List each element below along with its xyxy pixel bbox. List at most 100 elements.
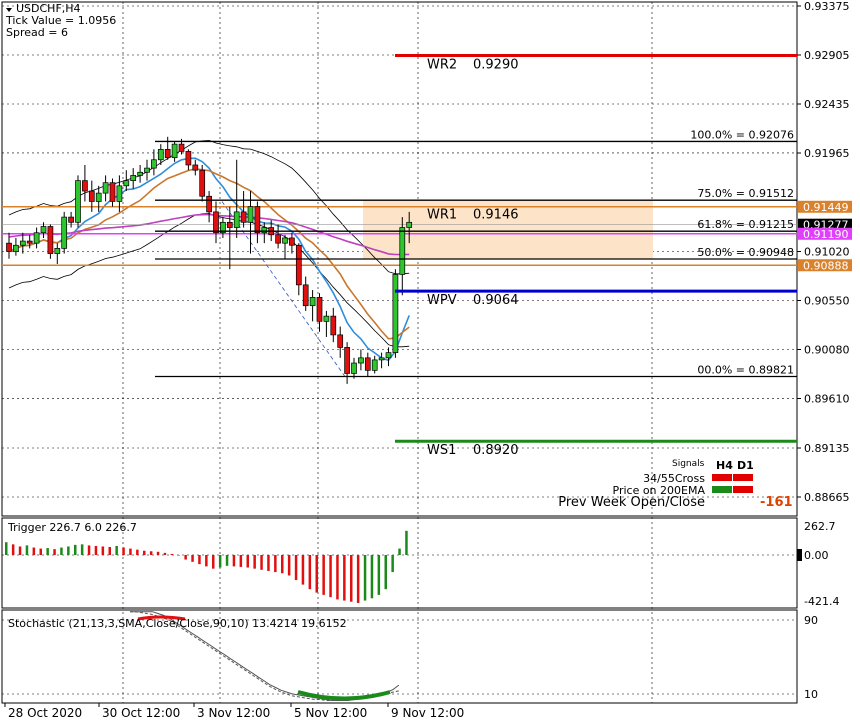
trigger-bar [363,555,367,601]
trigger-bar [115,545,118,555]
pivot-value: 0.9064 [473,293,519,308]
trigger-bar [212,555,215,569]
price-tick-label: 0.93375 [804,0,850,13]
price-tick-label: 0.91020 [804,246,850,259]
chart-canvas[interactable]: WR2 0.9290WR1 0.9146WPV 0.9064WS1 0.8920 100… [0,0,860,723]
trigger-bar [294,555,298,581]
price-tick-label: 0.92435 [804,98,850,111]
pivot-name: WR1 [427,208,457,223]
trigger-bar [149,551,153,555]
trigger-bar [315,555,318,593]
trigger-bar [94,545,98,555]
pivot-name: WR2 [427,58,457,73]
trigger-bar [253,555,256,569]
trigger-bar [405,530,408,555]
candle [392,269,399,358]
trigger-bar [274,555,277,573]
stoch-axis-label: 90 [804,614,818,627]
stoch-axis-label: 10 [804,688,818,701]
trigger-bar [336,555,339,600]
time-tick-label: 5 Nov 12:00 [294,706,367,720]
trigger-bar [343,555,346,601]
trigger-bar [267,555,270,571]
signals-title: Signals [672,459,705,469]
trigger-bar [129,548,132,555]
trigger-bar [156,551,160,555]
trigger-bar [87,545,91,555]
trigger-bar [53,549,56,555]
price-tick-label: 0.88665 [804,491,850,504]
trigger-bar [122,547,125,555]
price-axis: 0.93375 0.92905 0.92435 0.91965 0.91020 0.905… [797,0,852,701]
trigger-bar [5,542,8,555]
trigger-bar [67,546,70,555]
signal-h4-box [712,486,732,493]
trigger-bar [80,544,84,555]
price-tick-label: 0.89135 [804,442,850,455]
price-tick-label: 0.89610 [804,392,850,405]
trigger-bar [377,555,381,595]
time-axis: 28 Oct 2020 30 Oct 12:00 3 Nov 12:00 5 Nov … [4,703,464,720]
trigger-bar [198,555,201,565]
price-tick-label: 0.90080 [804,343,850,356]
trigger-title: Trigger 226.7 6.0 226.7 [7,521,137,534]
trigger-bar [287,555,291,576]
trigger-axis-label: 262.7 [804,520,836,533]
trigger-bar [46,548,49,555]
trigger-bar [246,555,249,568]
trigger-bar [163,552,167,555]
trigger-bar [18,546,22,555]
trigger-bar [391,555,394,573]
trigger-bar [322,555,325,595]
trigger-bar [225,555,229,566]
trigger-bar [218,555,222,568]
fib-label: 75.0% = 0.91512 [697,187,794,200]
trigger-bar [329,555,332,598]
trigger-bar [136,549,139,555]
trigger-bar [101,546,105,555]
time-tick-label: 3 Nov 12:00 [197,706,270,720]
price-tag: 0.91449 [798,200,852,214]
trigger-bar [356,555,360,603]
trigger-bar [260,555,263,570]
trigger-bar [74,544,77,555]
chart-window[interactable]: WR2 0.9290 WR1 0.9146 WPV 0.9064 WS1 0.8920 100… [0,0,860,723]
stochastic-title: Stochastic (21,13,3,SMA,Close/Close,90,1… [8,617,347,630]
price-tick-label: 0.90550 [804,294,850,307]
trigger-bar [205,555,208,567]
trigger-bar [60,547,63,555]
trigger-bar [308,555,312,590]
trigger-bar [301,555,305,585]
signal-d1-box [733,474,753,481]
time-tick-label: 30 Oct 12:00 [102,706,180,720]
trigger-bar [191,555,194,562]
price-tag-text: 0.90888 [803,259,849,272]
prev-week-label: Prev Week Open/Close [558,495,705,510]
candle [199,164,206,202]
trigger-bar [170,553,174,555]
pivot-name: WS1 [427,443,456,458]
pivot-value: 0.9146 [473,208,519,223]
trigger-bar [25,545,29,555]
pivot-value: 0.8920 [473,443,519,458]
trigger-bar [370,555,374,599]
trigger-bar [108,547,111,555]
time-tick-label: 9 Nov 12:00 [391,706,464,720]
trigger-bar [177,555,180,556]
price-tag: 0.91190 [798,227,852,241]
trigger-current-marker [797,549,802,561]
signal-h4-box [712,474,732,481]
pivot-value: 0.9290 [473,58,519,73]
price-tick-label: 0.91965 [804,147,850,160]
pivot-name: WPV [427,293,457,308]
trigger-bar [398,548,401,555]
price-tag-text: 0.91449 [803,201,849,214]
trigger-bar [32,547,36,555]
prev-week-value: -161 [760,495,793,510]
price-tick-label: 0.92905 [804,49,850,62]
time-tick-label: 28 Oct 2020 [8,706,82,720]
spread-text: Spread = 6 [6,26,68,39]
fib-label: 100.0% = 0.92076 [690,128,794,141]
signals-d1-header: D1 [737,459,754,472]
fib-label: 50.0% = 0.90948 [697,246,794,259]
